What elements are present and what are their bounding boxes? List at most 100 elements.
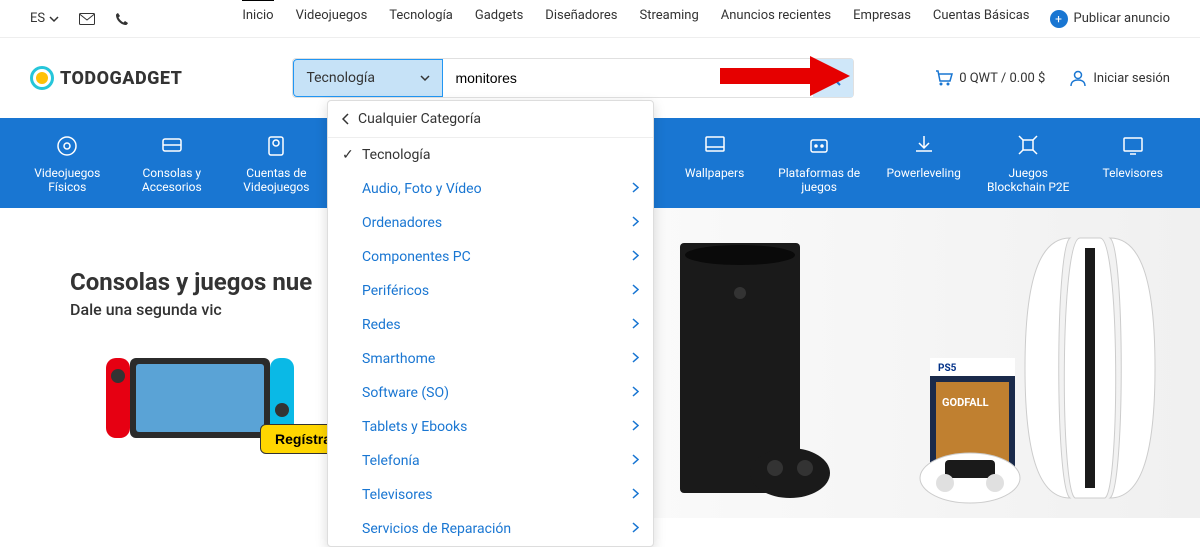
hero-text: Consolas y juegos nue Dale una segunda v… — [70, 268, 312, 319]
topnav-link[interactable]: Cuentas Básicas — [933, 8, 1030, 29]
topbar-left: ES — [30, 11, 129, 26]
dropdown-item-label: Tecnología — [362, 147, 430, 163]
dropdown-item-label: Tablets y Ebooks — [362, 419, 467, 435]
dropdown-item[interactable]: Redes — [328, 308, 653, 342]
category-strip-label: Televisores — [1103, 166, 1163, 180]
chevron-right-icon — [632, 521, 639, 537]
dropdown-item[interactable]: Ordenadores — [328, 206, 653, 240]
category-icon — [805, 132, 833, 160]
category-strip-item[interactable]: Wallpapers — [667, 132, 762, 194]
topnav-link[interactable]: Empresas — [853, 8, 911, 29]
chevron-left-icon — [342, 113, 350, 125]
dropdown-item-label: Componentes PC — [362, 249, 471, 265]
category-strip-label: Cuentas de Videojuegos — [229, 166, 324, 194]
category-strip-item[interactable]: Plataformas de juegos — [772, 132, 867, 194]
dropdown-item-label: Redes — [362, 317, 401, 333]
topnav-link[interactable]: Tecnología — [389, 8, 453, 29]
dropdown-item[interactable]: Tablets y Ebooks — [328, 410, 653, 444]
topnav-link[interactable]: Diseñadores — [545, 8, 617, 29]
category-select[interactable]: Tecnología — [293, 59, 443, 97]
search-icon — [824, 69, 842, 87]
top-bar: ES Inicio Videojuegos Tecnología Gadgets Dis… — [0, 0, 1200, 38]
xbox-console-image — [660, 243, 840, 513]
hero-title: Consolas y juegos nue — [70, 268, 312, 296]
topnav-link[interactable]: Inicio — [242, 8, 273, 29]
publish-label: Publicar anuncio — [1074, 11, 1170, 26]
logo-text: TODOGADGET — [60, 68, 182, 89]
category-strip-label: Juegos Blockchain P2E — [981, 166, 1076, 194]
chevron-right-icon — [632, 283, 639, 299]
category-strip-item[interactable]: Powerleveling — [876, 132, 971, 194]
ps5-console-image: PS5 GODFALL — [910, 228, 1190, 518]
chevron-down-icon — [420, 73, 430, 83]
mail-icon[interactable] — [79, 13, 95, 25]
phone-icon[interactable] — [115, 12, 129, 26]
cart-link[interactable]: 0 QWT / 0.00 $ — [935, 69, 1045, 87]
plus-icon: + — [1050, 10, 1068, 28]
svg-text:PS5: PS5 — [938, 363, 957, 374]
category-icon — [158, 132, 186, 160]
hero-subtitle: Dale una segunda vic — [70, 300, 312, 319]
topnav-link[interactable]: Anuncios recientes — [721, 8, 831, 29]
category-strip-label: Consolas y Accesorios — [125, 166, 220, 194]
topnav-link[interactable]: Gadgets — [475, 8, 523, 29]
dropdown-item-label: Televisores — [362, 487, 433, 503]
topnav-link[interactable]: Streaming — [639, 8, 698, 29]
site-logo[interactable]: TODOGADGET — [30, 66, 182, 90]
cart-text: 0 QWT / 0.00 $ — [959, 71, 1045, 86]
search-button[interactable] — [813, 59, 853, 97]
category-strip-label: Powerleveling — [887, 166, 961, 180]
svg-text:GODFALL: GODFALL — [942, 396, 989, 409]
chevron-right-icon — [632, 487, 639, 503]
dropdown-item[interactable]: Tecnología — [328, 138, 653, 172]
search-box: Tecnología — [292, 58, 854, 98]
language-label: ES — [30, 11, 45, 26]
category-selected-label: Tecnología — [306, 70, 374, 86]
chevron-right-icon — [632, 419, 639, 435]
header-right: 0 QWT / 0.00 $ Iniciar sesión — [935, 69, 1170, 87]
user-icon — [1069, 69, 1087, 87]
dropdown-back[interactable]: Cualquier Categoría — [328, 101, 653, 138]
category-strip-item[interactable]: Juegos Blockchain P2E — [981, 132, 1076, 194]
category-icon — [1119, 132, 1147, 160]
cart-icon — [935, 69, 953, 87]
topnav-link[interactable]: Videojuegos — [296, 8, 368, 29]
dropdown-item[interactable]: Componentes PC — [328, 240, 653, 274]
publish-button[interactable]: + Publicar anuncio — [1050, 10, 1170, 28]
dropdown-item-label: Servicios de Reparación — [362, 521, 511, 537]
category-strip-label: Plataformas de juegos — [772, 166, 867, 194]
category-strip-item[interactable]: Videojuegos Físicos — [20, 132, 115, 194]
language-selector[interactable]: ES — [30, 11, 59, 26]
chevron-right-icon — [632, 453, 639, 469]
logo-gear-icon — [30, 66, 54, 90]
dropdown-back-label: Cualquier Categoría — [358, 111, 481, 127]
category-icon — [701, 132, 729, 160]
chevron-right-icon — [632, 181, 639, 197]
dropdown-item[interactable]: Smarthome — [328, 342, 653, 376]
dropdown-item-label: Periféricos — [362, 283, 429, 299]
dropdown-item-label: Audio, Foto y Vídeo — [362, 181, 482, 197]
dropdown-item-label: Telefonía — [362, 453, 420, 469]
dropdown-item[interactable]: Telefonía — [328, 444, 653, 478]
category-strip-item[interactable]: Consolas y Accesorios — [125, 132, 220, 194]
dropdown-item[interactable]: Servicios de Reparación — [328, 512, 653, 546]
chevron-down-icon — [49, 14, 59, 24]
chevron-right-icon — [632, 249, 639, 265]
category-icon — [910, 132, 938, 160]
dropdown-item[interactable]: Audio, Foto y Vídeo — [328, 172, 653, 206]
category-strip-label: Videojuegos Físicos — [20, 166, 115, 194]
chevron-right-icon — [632, 215, 639, 231]
chevron-right-icon — [632, 385, 639, 401]
dropdown-item[interactable]: Periféricos — [328, 274, 653, 308]
dropdown-item-label: Ordenadores — [362, 215, 442, 231]
category-icon — [262, 132, 290, 160]
category-strip-item[interactable]: Televisores — [1086, 132, 1181, 194]
top-nav: Inicio Videojuegos Tecnología Gadgets Diseña… — [242, 8, 1029, 29]
dropdown-item-label: Software (SO) — [362, 385, 449, 401]
category-strip-item[interactable]: Cuentas de Videojuegos — [229, 132, 324, 194]
search-input[interactable] — [443, 59, 813, 97]
dropdown-item[interactable]: Software (SO) — [328, 376, 653, 410]
dropdown-item-label: Smarthome — [362, 351, 435, 367]
login-link[interactable]: Iniciar sesión — [1069, 69, 1170, 87]
dropdown-item[interactable]: Televisores — [328, 478, 653, 512]
